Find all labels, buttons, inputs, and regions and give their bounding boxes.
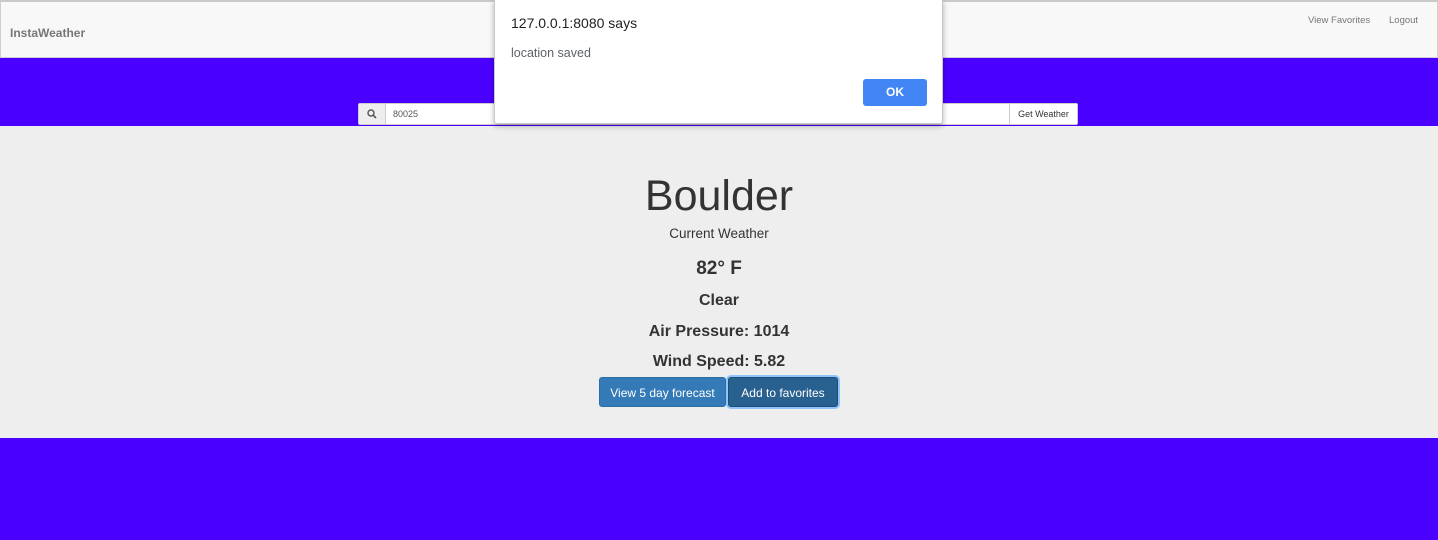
dialog-title: 127.0.0.1:8080 says — [511, 15, 638, 31]
search-icon — [359, 104, 386, 124]
add-to-favorites-button[interactable]: Add to favorites — [728, 377, 838, 407]
dialog-ok-button[interactable]: OK — [863, 79, 927, 106]
city-name: Boulder — [644, 172, 794, 220]
view-forecast-button[interactable]: View 5 day forecast — [599, 377, 726, 407]
weather-subtitle: Current Weather — [669, 226, 769, 241]
temperature: 82° F — [696, 258, 742, 279]
condition: Clear — [698, 292, 740, 309]
air-pressure: Air Pressure: 1014 — [648, 323, 790, 340]
alert-dialog: 127.0.0.1:8080 says location saved OK — [494, 0, 943, 124]
nav-view-favorites[interactable]: View Favorites — [1308, 15, 1370, 26]
wind-speed: Wind Speed: 5.82 — [652, 353, 786, 370]
brand-logo[interactable]: InstaWeather — [10, 26, 85, 40]
nav-logout[interactable]: Logout — [1389, 15, 1418, 26]
get-weather-button[interactable]: Get Weather — [1009, 104, 1077, 124]
dialog-message: location saved — [511, 46, 591, 60]
